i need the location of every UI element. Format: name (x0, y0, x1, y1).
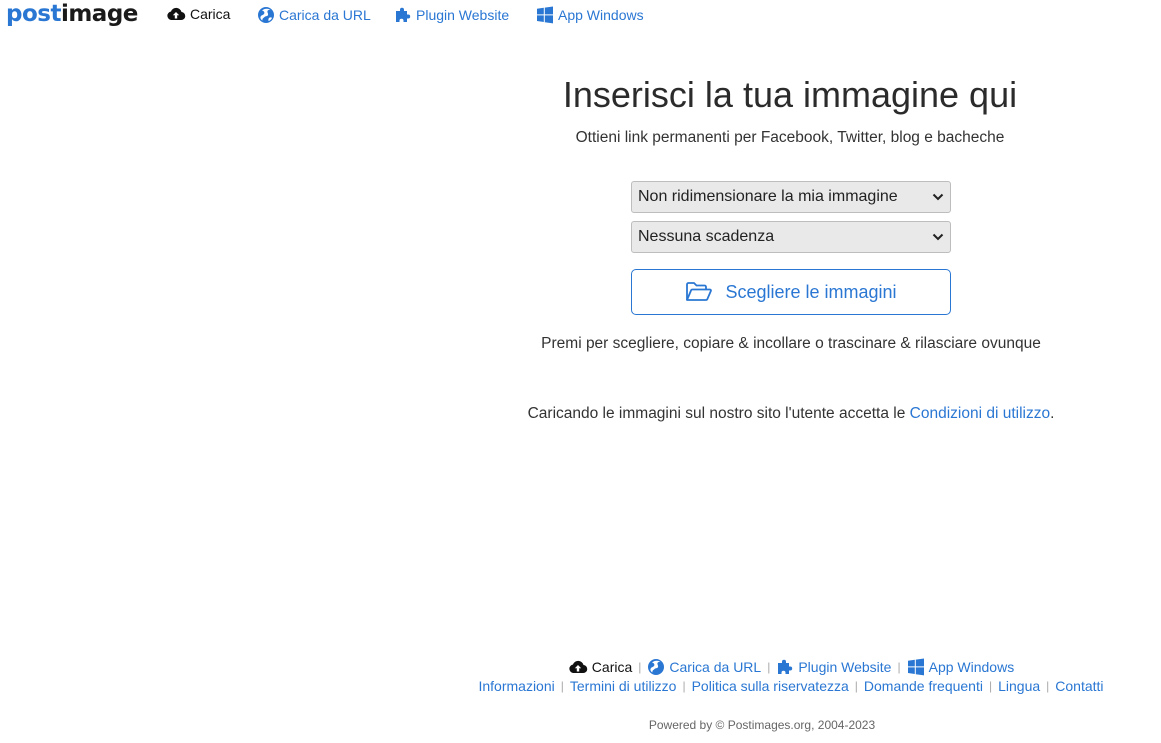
footer-app-windows-label: App Windows (928, 659, 1015, 675)
footer-plugin-link[interactable]: Plugin Website (776, 658, 891, 676)
logo[interactable]: postimage (6, 1, 138, 27)
separator: | (854, 679, 858, 693)
footer-link-faq[interactable]: Domande frequenti (864, 678, 983, 694)
footer-link-contact[interactable]: Contatti (1055, 678, 1103, 694)
footer-link-language[interactable]: Lingua (998, 678, 1040, 694)
footer-upload-link[interactable]: Carica (568, 659, 632, 675)
terms-prefix: Caricando le immagini sul nostro sito l'… (527, 405, 910, 422)
choose-images-label: Scegliere le immagini (725, 281, 897, 302)
nav-url-upload-label: Carica da URL (279, 7, 371, 23)
choose-images-button[interactable]: Scegliere le immagini (631, 269, 951, 315)
nav-upload[interactable]: Carica (166, 6, 230, 22)
page-title: Inserisci la tua immagine qui (562, 74, 1018, 115)
nav-url-upload[interactable]: Carica da URL (257, 6, 371, 24)
nav-app-windows[interactable]: App Windows (536, 6, 644, 24)
separator: | (1046, 679, 1050, 693)
terms-suffix: . (1050, 405, 1055, 422)
windows-icon (907, 658, 924, 676)
expiry-select-value: Nessuna scadenza (638, 228, 775, 245)
nav-plugin[interactable]: Plugin Website (394, 6, 509, 24)
windows-icon (537, 6, 553, 24)
separator: | (767, 660, 771, 674)
footer-link-privacy[interactable]: Politica sulla riservatezza (692, 678, 849, 694)
page-subtitle: Ottieni link permanenti per Facebook, Tw… (575, 129, 1005, 146)
separator: | (638, 660, 642, 674)
separator: | (560, 679, 564, 693)
puzzle-icon (778, 659, 793, 674)
footer-link-terms[interactable]: Termini di utilizzo (570, 678, 677, 694)
footer-plugin-label: Plugin Website (798, 659, 892, 675)
nav-plugin-label: Plugin Website (416, 7, 510, 23)
expiry-select[interactable]: Nessuna scadenza (631, 221, 951, 253)
upload-hint: Premi per scegliere, copiare & incollare… (541, 335, 1041, 352)
footer-nav: Carica | Carica da URL | Plugin Website … (420, 658, 1161, 676)
separator: | (897, 660, 901, 674)
logo-part-post: post (6, 1, 61, 27)
footer-link-info[interactable]: Informazioni (478, 678, 554, 694)
resize-select-value: Non ridimensionare la mia immagine (638, 188, 898, 205)
footer-url-upload-label: Carica da URL (669, 659, 762, 675)
chevron-down-icon (932, 193, 944, 201)
top-navbar: postimage Carica Carica da URL Plugin We… (0, 0, 1161, 32)
puzzle-icon (396, 7, 411, 22)
cloud-upload-icon (167, 7, 186, 21)
globe-icon (648, 659, 665, 675)
powered-by: Powered by © Postimages.org, 2004-2023 (648, 718, 876, 732)
folder-open-icon (686, 282, 713, 301)
footer-app-windows-link[interactable]: App Windows (907, 658, 1015, 676)
terms-notice: Caricando le immagini sul nostro sito l'… (420, 405, 1161, 423)
separator: | (988, 679, 993, 693)
globe-icon (258, 7, 274, 23)
footer-links: Informazioni | Termini di utilizzo | Pol… (420, 678, 1161, 694)
footer-upload-label: Carica (591, 659, 633, 675)
nav-app-windows-label: App Windows (558, 7, 644, 23)
resize-select[interactable]: Non ridimensionare la mia immagine (631, 181, 951, 213)
separator: | (682, 679, 686, 693)
terms-link[interactable]: Condizioni di utilizzo (910, 405, 1050, 422)
nav-upload-label: Carica (190, 6, 231, 22)
footer-url-upload-link[interactable]: Carica da URL (647, 658, 761, 676)
logo-part-image: image (60, 1, 138, 27)
chevron-down-icon (932, 233, 944, 241)
cloud-upload-icon (569, 660, 588, 674)
